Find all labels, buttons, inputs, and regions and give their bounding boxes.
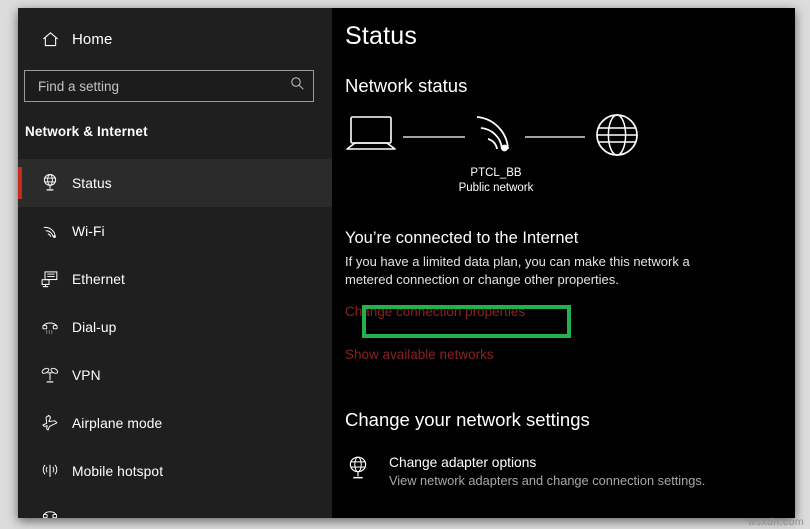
setting-item-change-adapter-options[interactable]: Change adapter options View network adap… xyxy=(345,453,795,490)
show-available-networks-row: Show available networks xyxy=(345,346,795,364)
sidebar-section-label: Network & Internet xyxy=(25,124,148,139)
site-watermark-text: wsxdn.com xyxy=(747,516,804,528)
sidebar-item-wifi[interactable]: Wi-Fi xyxy=(18,207,332,255)
globe-network-icon xyxy=(345,453,387,486)
airplane-icon xyxy=(28,413,72,433)
change-connection-properties-link[interactable]: Change connection properties xyxy=(345,304,525,319)
sidebar-nav-list: Status Wi-Fi Ethernet Dial-up VPN Airpla… xyxy=(18,159,332,518)
search-input[interactable] xyxy=(36,77,290,95)
network-type: Public network xyxy=(458,182,534,194)
search-box[interactable] xyxy=(24,70,314,102)
sidebar-item-home[interactable]: Home xyxy=(18,22,332,56)
ethernet-icon xyxy=(28,269,72,289)
sidebar-item-mobile-hotspot[interactable]: Mobile hotspot xyxy=(18,447,332,495)
setting-item-description: View network adapters and change connect… xyxy=(389,473,706,488)
dialup-phone-icon xyxy=(28,317,72,337)
change-network-settings-heading: Change your network settings xyxy=(345,409,590,430)
sidebar-item-airplane-mode[interactable]: Airplane mode xyxy=(18,399,332,447)
change-connection-properties-row: Change connection properties xyxy=(345,303,795,321)
connected-heading: You’re connected to the Internet xyxy=(345,229,579,247)
sidebar-item-partial[interactable] xyxy=(18,495,332,518)
connected-description: If you have a limited data plan, you can… xyxy=(345,254,690,287)
screenshot-canvas: Home Network & Internet xyxy=(0,0,810,529)
sidebar-item-vpn[interactable]: VPN xyxy=(18,351,332,399)
laptop-icon xyxy=(346,116,396,150)
sidebar-item-home-label: Home xyxy=(72,30,113,48)
sidebar-item-ethernet[interactable]: Ethernet xyxy=(18,255,332,303)
sidebar-item-dialup[interactable]: Dial-up xyxy=(18,303,332,351)
home-icon xyxy=(28,30,72,49)
network-diagram: PTCL_BB Public network xyxy=(345,111,645,195)
settings-window: Home Network & Internet xyxy=(18,8,795,518)
network-name: PTCL_BB xyxy=(470,167,522,179)
network-status-icon xyxy=(28,173,72,193)
hotspot-broadcast-icon xyxy=(28,461,72,481)
vpn-icon xyxy=(28,365,72,385)
sidebar-item-dialup-label: Dial-up xyxy=(72,319,117,335)
page-title: Status xyxy=(345,22,418,50)
show-available-networks-link[interactable]: Show available networks xyxy=(345,347,494,362)
sidebar-item-mobile-hotspot-label: Mobile hotspot xyxy=(72,463,164,479)
sidebar-item-airplane-mode-label: Airplane mode xyxy=(72,415,163,431)
globe-icon xyxy=(596,114,638,156)
network-status-heading: Network status xyxy=(345,75,468,96)
proxy-icon xyxy=(28,509,72,518)
settings-sidebar: Home Network & Internet xyxy=(18,8,332,518)
setting-item-title: Change adapter options xyxy=(389,455,537,470)
wifi-signal-icon xyxy=(476,116,509,152)
sidebar-item-status[interactable]: Status xyxy=(18,159,332,207)
sidebar-item-vpn-label: VPN xyxy=(72,367,101,383)
search-icon[interactable] xyxy=(290,76,305,96)
network-name-block: PTCL_BB Public network xyxy=(441,166,551,196)
sidebar-item-wifi-label: Wi-Fi xyxy=(72,223,105,239)
settings-main-pane: Status Network status PTCL_BB Public net… xyxy=(332,8,795,518)
wifi-icon xyxy=(28,221,72,241)
sidebar-item-ethernet-label: Ethernet xyxy=(72,271,125,287)
sidebar-item-status-label: Status xyxy=(72,175,112,191)
